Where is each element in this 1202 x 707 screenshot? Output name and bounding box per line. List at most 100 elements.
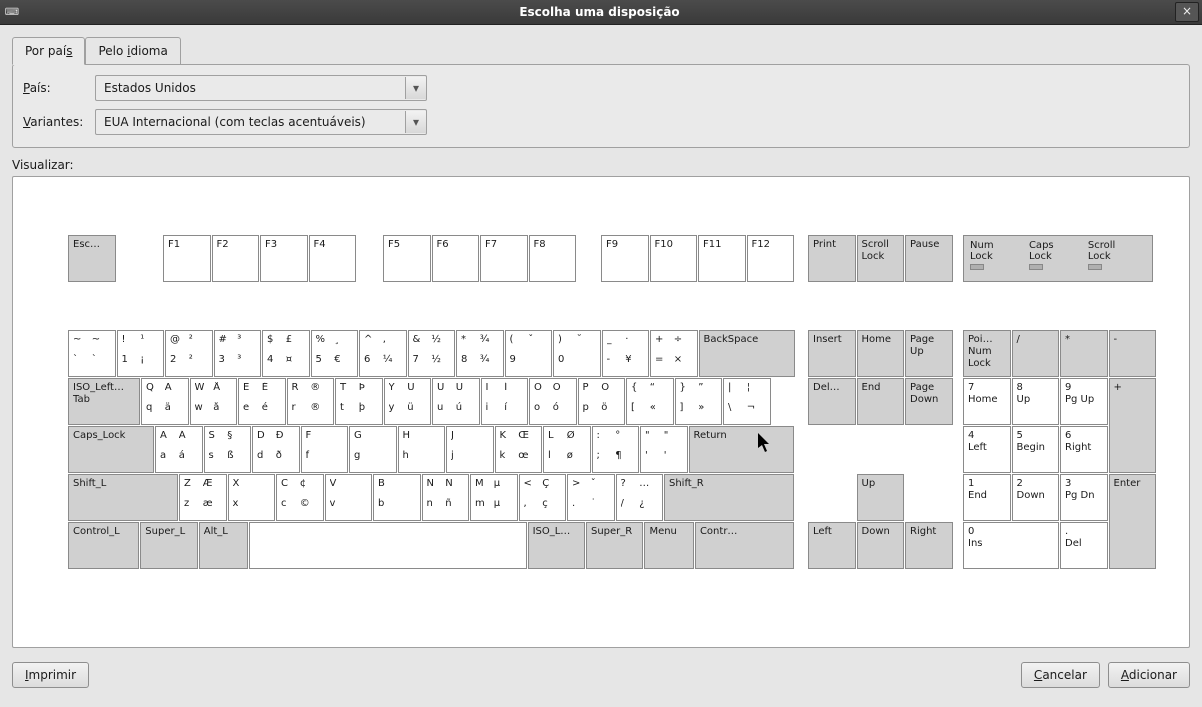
key-kdiv: /: [1012, 330, 1060, 377]
key-r2-0: QÄqä: [141, 378, 189, 425]
app-icon: ⌨: [0, 7, 24, 18]
key-f11: F11: [698, 235, 746, 282]
key-capslock: Caps_Lock: [68, 426, 154, 473]
key-kp5: 5 Begin: [1012, 426, 1060, 473]
key-up: Up: [857, 474, 905, 521]
key-r2-5: YÜyü: [384, 378, 432, 425]
key-return: Return: [689, 426, 795, 473]
key-shift-right: Shift_R: [664, 474, 794, 521]
button-bar: Imprimir Cancelar Adicionar: [12, 662, 1190, 688]
key-pause: Pause: [905, 235, 953, 282]
key-r2-10: {“[«: [626, 378, 674, 425]
tabpage-country: País: Estados Unidos ▾ Variantes: EUA In…: [12, 64, 1190, 148]
key-r2-11: }”]»: [675, 378, 723, 425]
key-r3-8: LØlø: [543, 426, 591, 473]
key-pgup: Page Up: [905, 330, 953, 377]
key-r2-8: OÓoó: [529, 378, 577, 425]
window-title: Escolha uma disposição: [24, 5, 1175, 19]
key-kp3: 3 Pg Dn: [1060, 474, 1108, 521]
key-r2-9: PÖpö: [578, 378, 626, 425]
key-lalt: Alt_L: [199, 522, 249, 569]
tab-by-language[interactable]: Pelo idioma: [85, 37, 180, 64]
key-kp2: 2 Down: [1012, 474, 1060, 521]
country-combo[interactable]: Estados Unidos ▾: [95, 75, 427, 101]
key-r2-6: UÚuú: [432, 378, 480, 425]
key-tab: ISO_Left… Tab: [68, 378, 140, 425]
key-r1-1: !¹1¡: [117, 330, 165, 377]
key-f2: F2: [212, 235, 260, 282]
key-r4-2: C¢c©: [276, 474, 324, 521]
keyboard-preview: Esc…F1F2F3F4F5F6F7F8F9F10F11F12PrintScro…: [12, 176, 1190, 648]
key-kp-dot: . Del: [1060, 522, 1108, 569]
add-button[interactable]: Adicionar: [1108, 662, 1190, 688]
key-r3-3: Ff: [301, 426, 349, 473]
key-f1: F1: [163, 235, 211, 282]
key-r1-3: #³3³: [214, 330, 262, 377]
key-pgdn: Page Down: [905, 378, 953, 425]
country-value: Estados Unidos: [96, 81, 405, 95]
key-isolg: ISO_L…: [528, 522, 585, 569]
chevron-down-icon[interactable]: ▾: [405, 111, 426, 133]
cancel-button[interactable]: Cancelar: [1021, 662, 1100, 688]
key-r1-9: (ˇ9: [505, 330, 553, 377]
key-f6: F6: [432, 235, 480, 282]
key-lsuper: Super_L: [140, 522, 197, 569]
key-f7: F7: [480, 235, 528, 282]
key-r3-2: DÐdð: [252, 426, 300, 473]
key-f8: F8: [529, 235, 577, 282]
key-r1-12: +÷=×: [650, 330, 698, 377]
key-f10: F10: [650, 235, 698, 282]
close-icon[interactable]: ×: [1175, 2, 1199, 22]
dialog-body: Por país Pelo idioma País: Estados Unido…: [0, 25, 1202, 696]
tabs: Por país Pelo idioma País: Estados Unido…: [12, 37, 1190, 148]
key-r2-7: IÍií: [481, 378, 529, 425]
key-del: Del…: [808, 378, 856, 425]
key-backspace: BackSpace: [699, 330, 795, 377]
key-r1-8: *¾8¾: [456, 330, 504, 377]
key-r1-5: %¸5€: [311, 330, 359, 377]
key-r1-2: @²2²: [165, 330, 213, 377]
key-r1-7: &½7½: [408, 330, 456, 377]
key-end: End: [857, 378, 905, 425]
country-label: País:: [23, 81, 95, 95]
key-ins: Insert: [808, 330, 856, 377]
key-f12: F12: [747, 235, 795, 282]
tab-by-country[interactable]: Por país: [12, 37, 85, 65]
key-r4-4: Bb: [373, 474, 421, 521]
key-home: Home: [857, 330, 905, 377]
key-r3-0: AÁaá: [155, 426, 203, 473]
key-kp9: 9 Pg Up: [1060, 378, 1108, 425]
key-r3-9: :°;¶: [592, 426, 640, 473]
print-button[interactable]: Imprimir: [12, 662, 89, 688]
key-r1-11: _·-¥: [602, 330, 650, 377]
key-escape: Esc…: [68, 235, 116, 282]
key-r4-5: NÑnñ: [422, 474, 470, 521]
titlebar: ⌨ Escolha uma disposição ×: [0, 0, 1202, 25]
key-print: Print: [808, 235, 856, 282]
key-shift-left: Shift_L: [68, 474, 178, 521]
key-kp-add: +: [1109, 378, 1157, 473]
key-left: Left: [808, 522, 856, 569]
key-r2-4: TÞtþ: [335, 378, 383, 425]
key-r3-5: Hh: [398, 426, 446, 473]
key-space: [249, 522, 526, 569]
key-f5: F5: [383, 235, 431, 282]
key-r3-4: Gg: [349, 426, 397, 473]
variant-combo[interactable]: EUA Internacional (com teclas acentuávei…: [95, 109, 427, 135]
key-r3-10: ""'': [640, 426, 688, 473]
key-menu: Menu: [644, 522, 694, 569]
key-kp-enter: Enter: [1109, 474, 1157, 569]
chevron-down-icon[interactable]: ▾: [405, 77, 426, 99]
key-r4-8: >ˇ.˙: [567, 474, 615, 521]
key-numlock: Poi… Num Lock: [963, 330, 1011, 377]
key-kp7: 7 Home: [963, 378, 1011, 425]
key-r4-1: Xx: [228, 474, 276, 521]
key-lctrl: Control_L: [68, 522, 139, 569]
key-r2-1: WÅwå: [190, 378, 238, 425]
variant-label: Variantes:: [23, 115, 95, 129]
variant-value: EUA Internacional (com teclas acentuávei…: [96, 115, 405, 129]
key-r4-7: <Ç,ç: [519, 474, 567, 521]
key-f9: F9: [601, 235, 649, 282]
key-f4: F4: [309, 235, 357, 282]
key-down: Down: [857, 522, 905, 569]
